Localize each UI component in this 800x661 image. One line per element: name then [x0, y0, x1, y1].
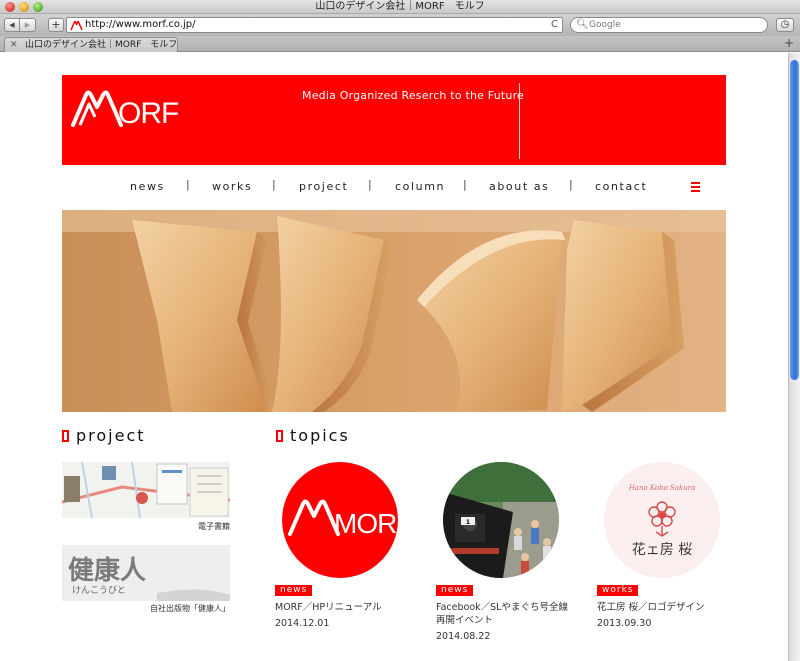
tab-label: 山口のデザイン会社｜MORF モルフ: [25, 40, 178, 50]
project-thumb-ebook[interactable]: [62, 462, 230, 518]
topic-date-2: 2014.08.22: [436, 631, 491, 642]
address-bar[interactable]: http://www.morf.co.jp/ C: [66, 17, 563, 33]
kenkoubito-subtitle: けんこうびと: [72, 585, 126, 596]
banner-divider: [519, 83, 520, 159]
browser-toolbar: ◀ ▶ + http://www.morf.co.jp/ C 🔍︎ ◷: [0, 14, 800, 36]
reload-icon[interactable]: C: [551, 18, 558, 32]
nav-separator: |: [569, 178, 573, 191]
kenkoubito-image: 健康人 けんこうびと: [62, 545, 230, 601]
topic-badge-2: news: [436, 585, 474, 596]
project-caption-kenkoubito: 自社出版物「健康人」: [150, 604, 230, 613]
topic-card-1[interactable]: MORF news MORF／HPリニューアル 2014.12.01: [275, 462, 405, 632]
search-icon: 🔍︎: [576, 19, 589, 30]
plus-icon: +: [51, 18, 61, 31]
nav-item-project[interactable]: project: [299, 180, 348, 193]
nav-separator: |: [272, 178, 276, 191]
nav-item-contact[interactable]: contact: [595, 180, 647, 193]
topic-card-2[interactable]: 1 news Facebook／SLやまぐち号全線再開イベント 2014.08.…: [436, 462, 568, 647]
url-text: http://www.morf.co.jp/: [85, 19, 196, 30]
scrollbar-thumb[interactable]: [790, 60, 799, 380]
nav-separator: |: [186, 178, 190, 191]
topic-title-1[interactable]: MORF／HPリニューアル: [275, 601, 425, 614]
forward-button[interactable]: ▶: [20, 18, 36, 32]
history-button[interactable]: ◷: [776, 18, 794, 32]
search-input[interactable]: [589, 19, 759, 31]
main-navigation: news | works | project | column | about …: [62, 176, 726, 198]
header-tagline: Media Organized Reserch to the Future: [302, 89, 525, 102]
topic-image-1: MORF: [282, 462, 398, 578]
back-arrow-icon: ◀: [9, 21, 15, 29]
project-section-title: project: [76, 426, 146, 445]
menu-icon[interactable]: [691, 182, 700, 192]
nav-item-news[interactable]: news: [130, 180, 165, 193]
tab-active[interactable]: ✕ 山口のデザイン会社｜MORF モルフ: [4, 37, 178, 52]
topic-date-3: 2013.09.30: [597, 618, 652, 629]
tab-close-icon[interactable]: ✕: [10, 38, 18, 52]
site-favicon-icon: [70, 20, 83, 31]
project-section-marker: [62, 430, 69, 442]
nav-item-works[interactable]: works: [212, 180, 252, 193]
topic-badge-3: works: [597, 585, 639, 596]
topic-title-3[interactable]: 花工房 桜／ロゴデザイン: [597, 601, 747, 614]
morf-red-circle-image: MORF: [282, 462, 398, 578]
topic-card-3[interactable]: Hana Kobo Sakura 花ェ房 桜 works 花工房 桜／ロゴデザイ…: [597, 462, 727, 632]
morf-logo[interactable]: ORF: [70, 87, 188, 129]
nav-item-about[interactable]: about as: [489, 180, 550, 193]
topic-title-2[interactable]: Facebook／SLやまぐち号全線再開イベント: [436, 601, 576, 627]
nav-separator: |: [368, 178, 372, 191]
topics-section-title: topics: [290, 426, 350, 445]
project-caption-ebook: 電子書籍: [198, 522, 230, 531]
topic-image-2: 1: [443, 462, 559, 578]
forward-arrow-icon: ▶: [24, 21, 31, 29]
train-number-plate-text: 1: [466, 519, 470, 526]
hero-image: [62, 210, 726, 412]
back-button[interactable]: ◀: [4, 18, 20, 32]
nav-separator: |: [463, 178, 467, 191]
wooden-letters-photo: [62, 210, 726, 412]
add-bookmark-button[interactable]: +: [48, 18, 64, 32]
window-titlebar: 山口のデザイン会社｜MORF モルフ: [0, 0, 800, 14]
tab-bar: ✕ 山口のデザイン会社｜MORF モルフ +: [0, 36, 800, 52]
topic-date-1: 2014.12.01: [275, 618, 330, 629]
new-tab-icon[interactable]: +: [784, 36, 794, 51]
kenkoubito-title: 健康人: [68, 555, 146, 586]
sl-train-photo: 1: [443, 462, 559, 578]
sakura-script-text: Hana Kobo Sakura: [628, 484, 696, 492]
svg-text:ORF: ORF: [118, 97, 179, 129]
search-field[interactable]: 🔍︎: [570, 17, 768, 33]
window-title: 山口のデザイン会社｜MORF モルフ: [315, 1, 485, 12]
topics-section-marker: [276, 430, 283, 442]
sakura-logo-text: 花ェ房 桜: [632, 542, 692, 558]
project-thumb-kenkoubito[interactable]: 健康人 けんこうびと: [62, 545, 230, 601]
nav-item-column[interactable]: column: [395, 180, 445, 193]
topic-image-3: Hana Kobo Sakura 花ェ房 桜: [604, 462, 720, 578]
clock-icon: ◷: [780, 19, 790, 30]
ebook-map-image: [62, 462, 230, 518]
topic-badge-1: news: [275, 585, 313, 596]
hana-kobo-sakura-logo-image: Hana Kobo Sakura 花ェ房 桜: [604, 462, 720, 578]
header-banner: ORF Media Organized Reserch to the Futur…: [62, 75, 726, 165]
morf-circle-logo-text: MORF: [334, 508, 398, 539]
